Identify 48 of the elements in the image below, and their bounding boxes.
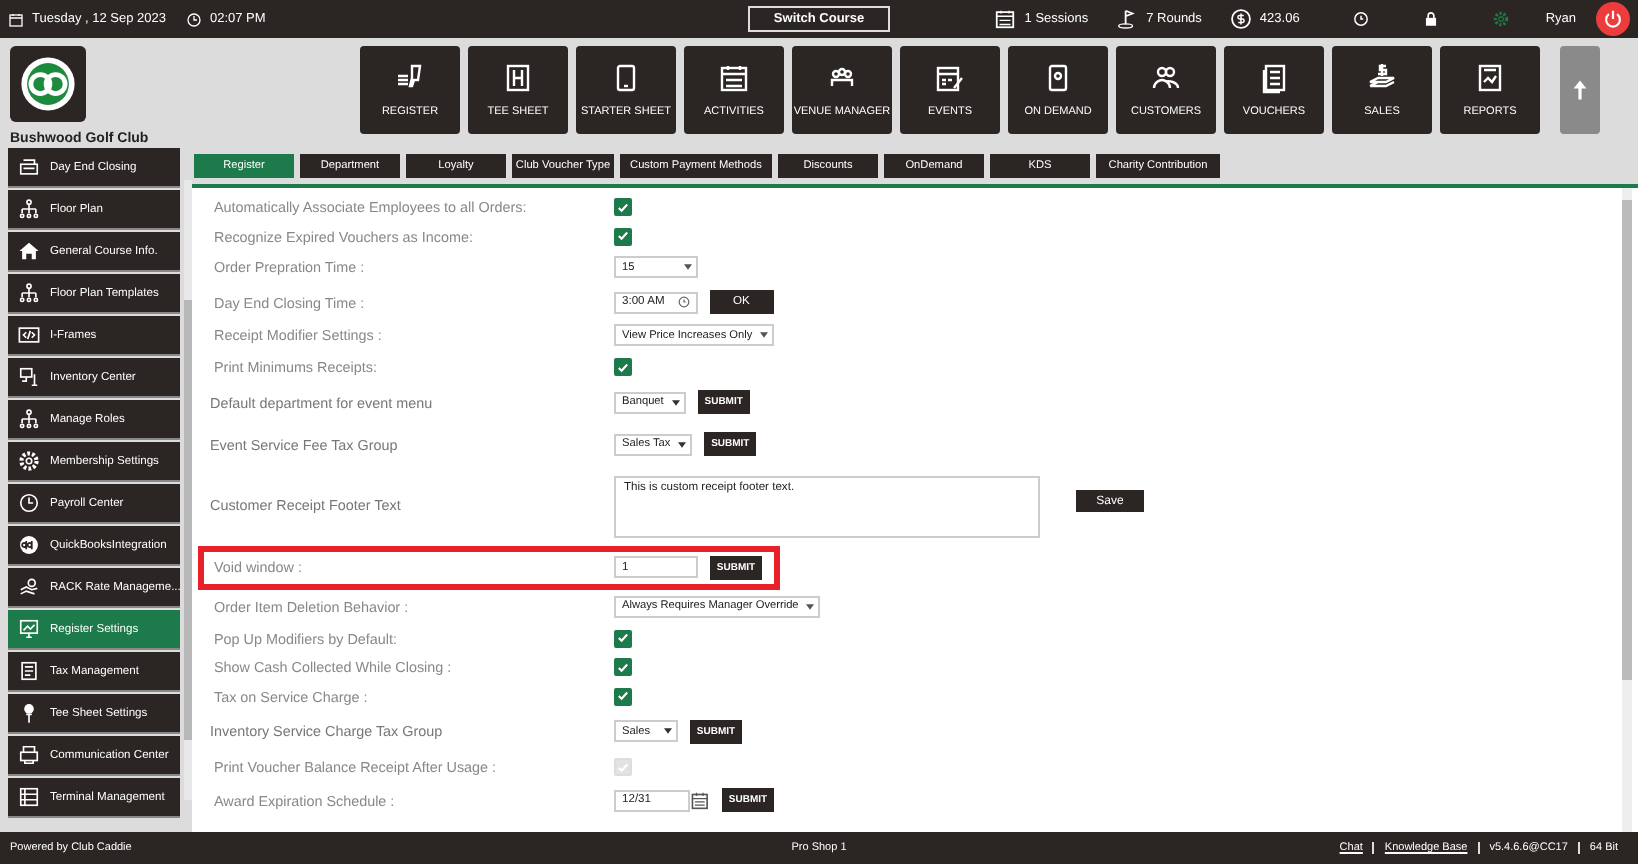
clock-icon [185,11,202,27]
scrollbar[interactable] [1622,188,1632,832]
checkbox[interactable] [614,687,632,705]
chart-document-icon [1474,62,1506,94]
checkbox[interactable] [614,198,632,216]
calendar-icon [994,8,1017,30]
golf-tee-icon [18,702,40,724]
list-icon [18,786,40,808]
gear-icon [18,450,40,472]
up-arrow-icon [1572,78,1588,102]
caret-icon [664,728,672,734]
scrollbar[interactable] [184,180,192,800]
checkbox[interactable] [614,629,632,647]
checkbox[interactable] [614,658,632,676]
logo-icon [10,46,86,122]
org-chart-icon [18,282,40,304]
caret-icon [760,332,769,338]
document-icon [18,660,40,682]
calendar-icon[interactable] [690,789,710,811]
caret-icon [671,399,680,405]
clock-icon [18,492,40,514]
circle-logo-icon [18,534,40,556]
org-chart-icon [18,408,40,430]
caret-icon [806,603,815,609]
document-icon [1258,62,1290,94]
calendar-icon [8,11,24,27]
caret-icon [678,441,687,447]
lock-icon[interactable] [1421,10,1440,28]
code-icon [18,324,40,346]
calendar-icon [718,62,750,94]
clock-icon [677,296,689,308]
printer-icon [18,744,40,766]
monitor-chart-icon [18,618,40,640]
computer-icon [18,366,40,388]
register-icon [18,156,40,178]
settings-icon[interactable] [1491,10,1510,28]
home-icon [18,240,40,262]
people-icon [1150,62,1182,94]
power-button[interactable] [1596,2,1630,36]
org-chart-icon [18,198,40,220]
checkbox[interactable] [614,227,632,245]
checkbox[interactable] [614,358,632,376]
caret-icon [684,264,692,270]
power-icon [1602,8,1624,30]
golf-flag-icon [1116,8,1139,30]
dollar-icon [1229,8,1252,30]
clock-icon[interactable] [1351,10,1370,28]
calendar-pen-icon [934,62,966,94]
